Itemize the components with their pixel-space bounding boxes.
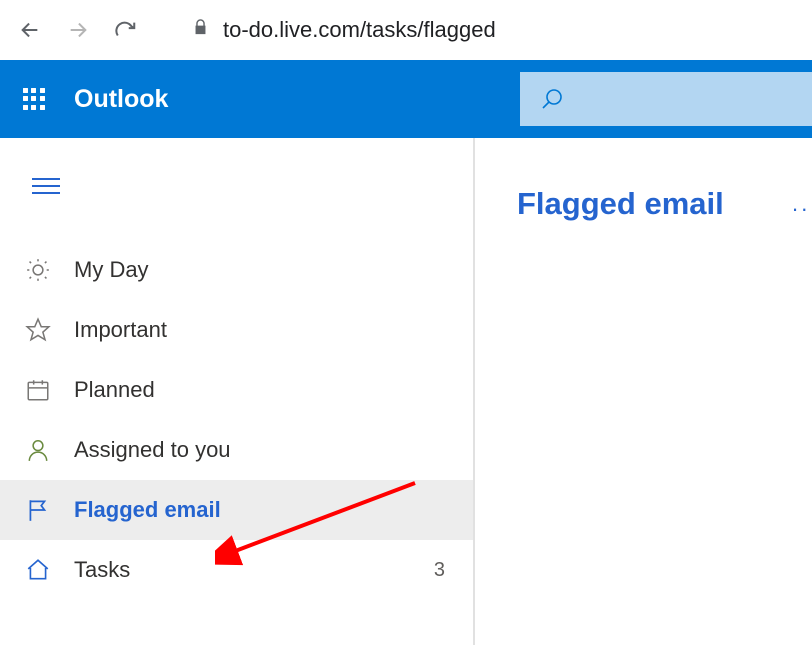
sidebar: My Day Important Planned Assigned to you <box>0 138 475 645</box>
sidebar-item-important[interactable]: Important <box>0 300 473 360</box>
sidebar-item-label: Flagged email <box>74 497 221 523</box>
app-name: Outlook <box>74 85 168 114</box>
waffle-icon <box>23 88 45 110</box>
back-button[interactable] <box>10 10 50 50</box>
sidebar-item-label: Important <box>74 317 167 343</box>
address-bar[interactable]: to-do.live.com/tasks/flagged <box>174 10 802 50</box>
sidebar-item-assigned[interactable]: Assigned to you <box>0 420 473 480</box>
page-title: Flagged email <box>517 186 812 222</box>
search-icon <box>540 87 564 111</box>
search-input[interactable] <box>520 72 812 126</box>
sidebar-item-label: My Day <box>74 257 149 283</box>
sidebar-item-label: Planned <box>74 377 155 403</box>
url-text: to-do.live.com/tasks/flagged <box>223 17 496 43</box>
forward-button[interactable] <box>58 10 98 50</box>
reload-button[interactable] <box>106 10 146 50</box>
sidebar-item-my-day[interactable]: My Day <box>0 240 473 300</box>
sidebar-item-label: Tasks <box>74 557 130 583</box>
sidebar-item-flagged-email[interactable]: Flagged email <box>0 480 473 540</box>
sidebar-item-planned[interactable]: Planned <box>0 360 473 420</box>
hamburger-icon <box>32 178 60 194</box>
sidebar-item-tasks[interactable]: Tasks 3 <box>0 540 473 600</box>
sun-icon <box>24 256 52 284</box>
calendar-icon <box>24 376 52 404</box>
content-area: My Day Important Planned Assigned to you <box>0 138 812 645</box>
browser-toolbar: to-do.live.com/tasks/flagged <box>0 0 812 60</box>
home-icon <box>24 556 52 584</box>
app-header: Outlook <box>0 60 812 138</box>
app-launcher-button[interactable] <box>14 79 54 119</box>
person-icon <box>24 436 52 464</box>
main-panel: Flagged email ·· <box>475 138 812 645</box>
sidebar-item-label: Assigned to you <box>74 437 231 463</box>
sidebar-item-count: 3 <box>434 559 445 582</box>
flag-icon <box>24 496 52 524</box>
more-options-button[interactable]: ·· <box>791 196 810 222</box>
star-icon <box>24 316 52 344</box>
menu-toggle-button[interactable] <box>20 160 72 212</box>
lock-icon <box>192 17 209 43</box>
